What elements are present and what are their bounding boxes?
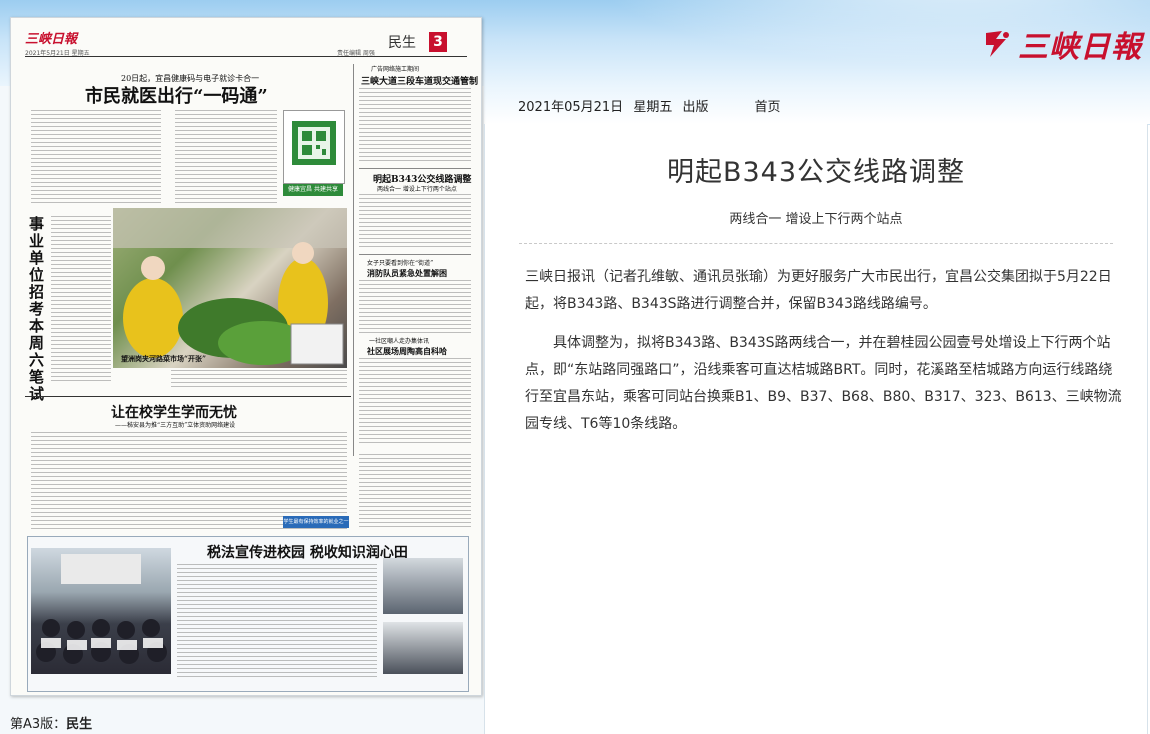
story3-text [359,194,471,250]
qr-code-image [283,110,345,184]
edition-weekday: 星期五 [633,99,673,115]
edition-info-bar: 2021年05月21日 星期五 出版 首页 [484,86,1150,125]
story7-text [359,454,471,530]
tax-photo-2 [383,622,463,674]
masthead-rule [25,56,467,57]
story2-kicker[interactable]: 广告网络施工期间 [371,64,419,73]
edition-date: 2021年05月21日 [518,99,624,115]
tax-photo-1 [383,558,463,614]
classroom-photo [31,548,171,674]
section-rule [25,396,351,397]
page-number-label: 第A3版： [10,717,67,732]
story6-badge: 学生最有保持效率的就业之一 [283,516,349,528]
story5-headline[interactable]: 社区展场周陶高自科哈 [367,346,447,357]
page-section-name[interactable]: 民生 [66,717,92,732]
story4-text [359,280,471,334]
story-vertical-text [51,216,111,384]
article-paragraph: 三峡日报讯（记者孔维敏、通讯员张瑜）为更好服务广大市民出行，宜昌公交集团拟于5月… [525,269,1112,312]
story-rule-2 [359,254,471,255]
site-logo[interactable]: 三峡日報 [982,22,1142,66]
story-vertical-headline[interactable]: 事业单位招考本周六笔试 [29,216,47,403]
article-paragraph: 具体调整为，拟将B343路、B343S路两线合一，并在碧桂园公园壹号处增设上下行… [525,335,1122,432]
edition-status: 出版 [682,99,709,115]
story8-headline[interactable]: 税法宣传进校园 税收知识润心田 [207,542,408,562]
story5-kicker[interactable]: 一社区嘲人走办集体讯 [369,336,429,345]
edition-date-line: 2021年05月21日 星期五 出版 [518,96,714,115]
article-title: 明起B343公交线路调整 [666,157,966,188]
column-rule [353,64,354,456]
newspaper-page-number: 3 [429,32,447,52]
home-link[interactable]: 首页 [754,96,780,115]
health-badge: 健康宜昌 共建共享 [283,184,343,196]
article-panel: 明起B343公交线路调整 两线合一 增设上下行两个站点 三峡日报讯（记者孔维敏、… [484,124,1148,734]
story-rule [359,168,471,169]
article-body: 三峡日报讯（记者孔维敏、通讯员张瑜）为更好服务广大市民出行，宜昌公交集团拟于5月… [525,264,1123,450]
story6-headline[interactable]: 让在校学生学而无忧 [111,402,237,422]
story4-headline[interactable]: 消防队员紧急处置解困 [367,268,447,279]
story6-subhead[interactable]: ——秭安县为推“三方互助”立体资助网络建设 [115,420,235,429]
story5-text [359,358,471,444]
market-caption: 望洲岗夹河路菜市场“开张” [121,354,207,363]
story2-text [359,88,471,164]
logo-mark-icon [982,27,1012,61]
story1-text-2 [175,110,277,206]
article-divider [519,243,1113,244]
newspaper-section: 民生 [388,35,416,51]
story2-headline[interactable]: 三峡大道三段车道现交通管制 [361,74,478,87]
market-photo [113,208,347,368]
story1-headline[interactable]: 市民就医出行“一码通” [85,82,268,108]
page-section-label: 第A3版：民生 [10,713,92,732]
story4-kicker[interactable]: 女子只要看到你在“街道” [367,258,433,267]
logo-text: 三峡日報 [1018,30,1142,65]
newspaper-logo: 三峡日報 [25,32,78,47]
story8-text [177,564,377,680]
newspaper-masthead: 三峡日報 2021年5月21日 星期五 责任编辑 周强 民生 3 [11,18,481,58]
article-subtitle: 两线合一 增设上下行两个站点 [729,212,903,227]
newspaper-page-image[interactable]: 三峡日報 2021年5月21日 星期五 责任编辑 周强 民生 3 20日起，宜昌… [10,17,482,696]
photo-caption-text [171,370,347,390]
story3-subhead[interactable]: 两线合一 增设上下行两个站点 [377,184,457,193]
story1-text [31,110,161,206]
